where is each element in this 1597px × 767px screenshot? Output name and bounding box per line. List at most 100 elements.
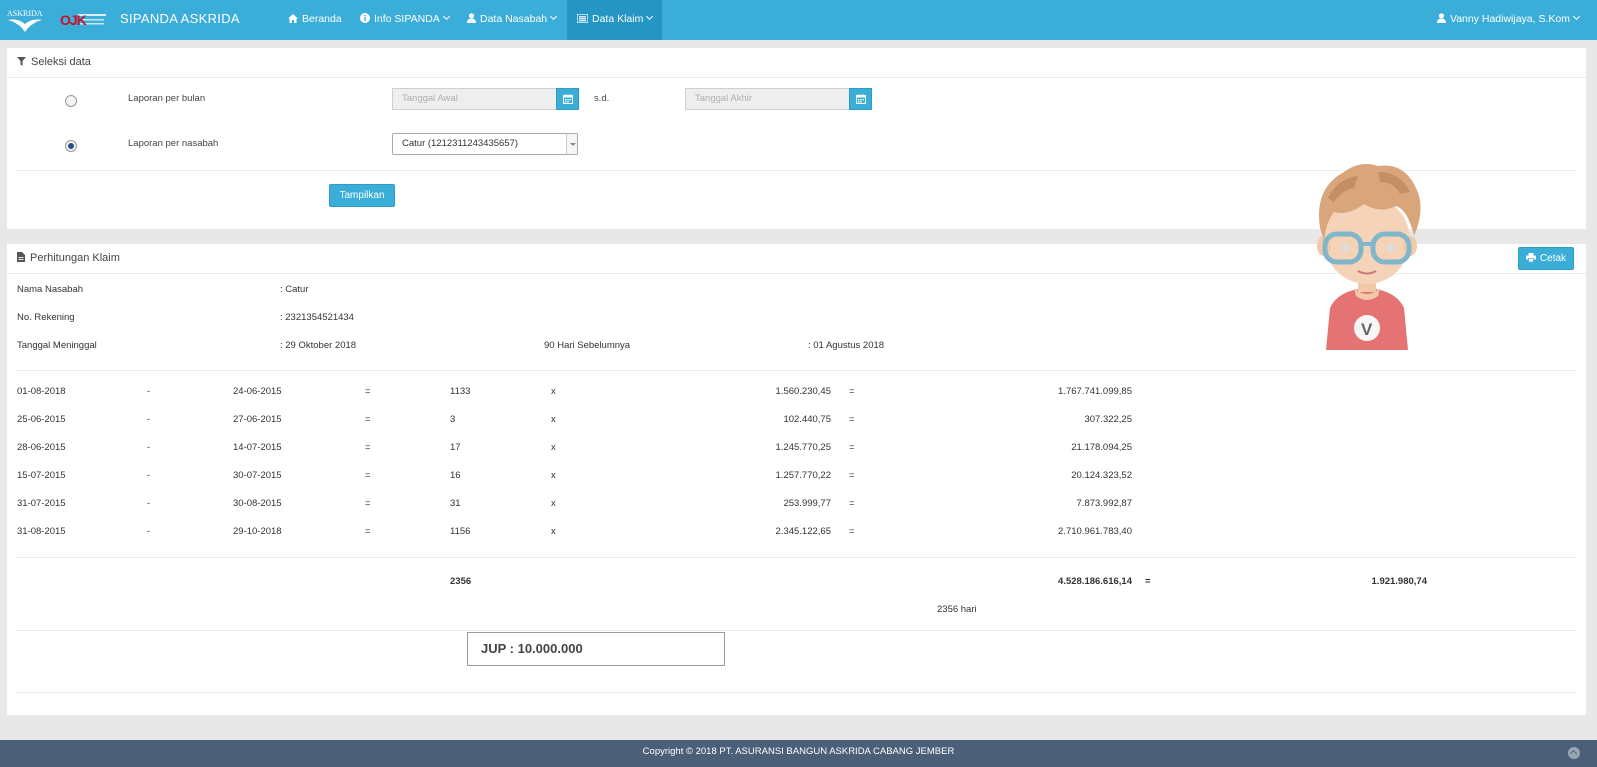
calendar-icon — [563, 94, 573, 104]
calc-row-from: 28-06-2015 — [17, 442, 66, 453]
hari-sebelumnya-label: 90 Hari Sebelumnya — [544, 340, 631, 351]
nama-nasabah-label: Nama Nasabah — [17, 284, 84, 295]
radio-laporan-nasabah[interactable] — [65, 140, 77, 152]
calc-row-to: 29-10-2018 — [233, 526, 282, 537]
calc-row-rate: 1.245.770,25 — [775, 442, 831, 453]
total-hari: 2356 hari — [937, 604, 977, 615]
calc-row-days: 31 — [450, 498, 461, 509]
calc-row-dash: - — [147, 414, 151, 425]
nav-data-nasabah[interactable]: Data Nasabah — [457, 0, 566, 40]
tanggal-meninggal-label: Tanggal Meninggal — [17, 340, 97, 351]
tanggal-meninggal-value: : 29 Oktober 2018 — [280, 340, 357, 351]
calc-row-eq: = — [849, 386, 855, 397]
calc-row-dash: - — [147, 498, 151, 509]
avatar-illustration: V — [1317, 164, 1421, 350]
chevron-down-icon — [646, 12, 654, 21]
chevron-down-icon — [442, 12, 450, 21]
user-icon — [467, 13, 476, 23]
calc-row-days: 17 — [450, 442, 461, 453]
tanggal-akhir-calendar-button[interactable] — [849, 88, 872, 110]
calc-row-dash: - — [147, 442, 151, 453]
divider — [16, 630, 1577, 631]
calc-row-result: 2.710.961.783,40 — [1058, 526, 1132, 537]
filter-icon — [17, 57, 26, 66]
nama-nasabah-value: : Catur — [280, 284, 309, 295]
tampilkan-button[interactable]: Tampilkan — [329, 184, 395, 207]
calc-row-x: x — [551, 442, 556, 453]
askrida-logo[interactable]: ASKRIDA — [6, 6, 44, 34]
user-icon — [1436, 13, 1446, 23]
calc-row-rate: 1.560.230,45 — [775, 386, 831, 397]
nav-beranda-label: Beranda — [302, 13, 342, 25]
seleksi-data-title: Seleksi data — [31, 56, 91, 68]
app-title[interactable]: SIPANDA ASKRIDA — [120, 11, 240, 26]
label-laporan-nasabah: Laporan per nasabah — [128, 138, 219, 149]
nav-info-sipanda[interactable]: Info SIPANDA — [350, 0, 459, 40]
calc-row-x: x — [551, 470, 556, 481]
calc-row-rate: 1.257.770,22 — [775, 470, 831, 481]
calc-row-x: x — [551, 386, 556, 397]
footer: Copyright © 2018 PT. ASURANSI BANGUN ASK… — [0, 740, 1597, 767]
calc-row-rate: 102.440,75 — [783, 414, 831, 425]
hari-sebelumnya-value: : 01 Agustus 2018 — [808, 340, 885, 351]
calc-row-days: 1156 — [450, 526, 471, 537]
calc-row-days: 3 — [450, 414, 456, 425]
calc-row-eq: = — [849, 470, 855, 481]
calc-row-eq: = — [365, 526, 371, 537]
ojk-logo: OJK — [58, 10, 108, 30]
file-icon — [17, 252, 25, 262]
calc-row-x: x — [551, 498, 556, 509]
chevron-down-icon — [1572, 12, 1581, 21]
calc-row-from: 31-08-2015 — [17, 526, 66, 537]
nav-data-klaim-label: Data Klaim — [592, 13, 644, 25]
nav-data-klaim[interactable]: Data Klaim — [567, 0, 663, 40]
nasabah-select-value: Catur (1212311243435657) — [402, 138, 519, 149]
radio-laporan-bulan[interactable] — [65, 95, 77, 107]
scroll-to-top-button[interactable] — [1568, 747, 1580, 759]
user-name: Vanny Hadiwijaya, S.Kom — [1449, 13, 1570, 25]
calc-row-eq: = — [849, 442, 855, 453]
nav-data-nasabah-label: Data Nasabah — [480, 13, 548, 25]
calc-row-rate: 253.999,77 — [783, 498, 831, 509]
svg-text:ASKRIDA: ASKRIDA — [7, 9, 43, 18]
home-icon — [288, 14, 298, 23]
cetak-button[interactable]: Cetak — [1518, 247, 1574, 270]
calc-row-eq: = — [849, 414, 855, 425]
total-sum: 4.528.186.616,14 — [1058, 576, 1132, 587]
total-equals: = — [1145, 576, 1151, 587]
calc-row-from: 15-07-2015 — [17, 470, 66, 481]
calc-row-to: 27-06-2015 — [233, 414, 282, 425]
jup-box: JUP : 10.000.000 — [467, 632, 725, 666]
calc-row-from: 31-07-2015 — [17, 498, 66, 509]
no-rekening-label: No. Rekening — [17, 312, 75, 323]
calc-row-dash: - — [147, 386, 151, 397]
nasabah-select[interactable]: Catur (1212311243435657) — [392, 133, 578, 155]
label-laporan-bulan: Laporan per bulan — [128, 93, 206, 104]
calc-row-result: 20.124.323,52 — [1071, 470, 1132, 481]
select-arrow-icon — [566, 134, 577, 154]
user-menu[interactable]: Vanny Hadiwijaya, S.Kom — [1436, 0, 1581, 40]
info-icon — [360, 13, 370, 23]
calc-row-from: 25-06-2015 — [17, 414, 66, 425]
cetak-label: Cetak — [1539, 253, 1567, 264]
calc-row-rate: 2.345.122,65 — [775, 526, 831, 537]
calc-row-days: 16 — [450, 470, 461, 481]
label-sd: s.d. — [594, 93, 610, 104]
calc-row-dash: - — [147, 526, 151, 537]
calc-row-x: x — [551, 414, 556, 425]
tanggal-akhir-input[interactable]: Tanggal Akhir — [685, 88, 850, 110]
perhitungan-klaim-title: Perhitungan Klaim — [30, 252, 120, 264]
divider — [16, 557, 1577, 558]
calc-row-eq: = — [365, 386, 371, 397]
calc-row-to: 14-07-2015 — [233, 442, 282, 453]
calc-row-from: 01-08-2018 — [17, 386, 66, 397]
calc-row-eq: = — [849, 526, 855, 537]
tanggal-awal-input[interactable]: Tanggal Awal — [392, 88, 557, 110]
chevron-down-icon — [550, 12, 558, 21]
total-days: 2356 — [450, 576, 472, 587]
nav-beranda[interactable]: Beranda — [278, 0, 352, 40]
calc-row-dash: - — [147, 470, 151, 481]
tanggal-awal-calendar-button[interactable] — [556, 88, 579, 110]
calc-row-to: 30-07-2015 — [233, 470, 282, 481]
calc-row-result: 1.767.741.099,85 — [1058, 386, 1132, 397]
